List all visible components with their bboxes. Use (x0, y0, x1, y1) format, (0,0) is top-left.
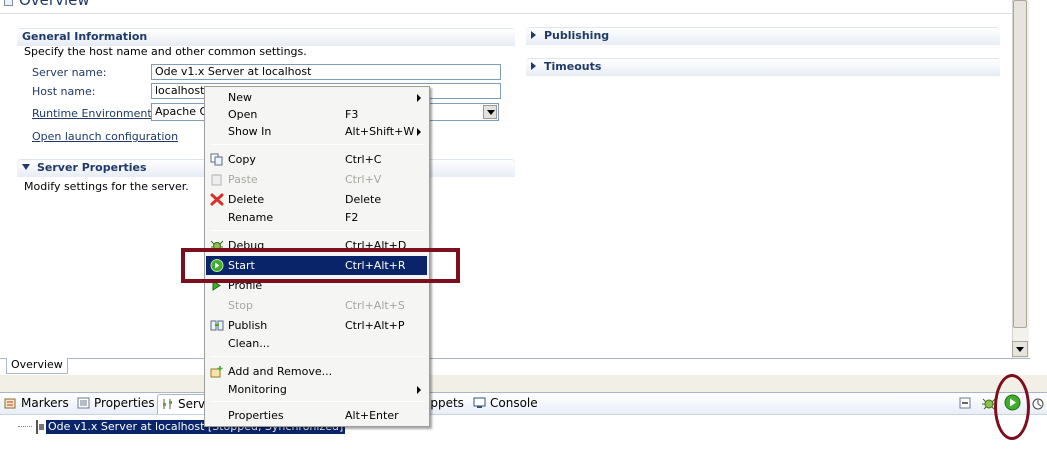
submenu-arrow-icon (417, 386, 421, 394)
menu-item-rename[interactable]: Rename F2 (205, 208, 429, 227)
editor-title: Overview (4, 0, 90, 9)
expand-triangle-icon (22, 164, 30, 170)
general-information-section-header[interactable]: General Information (17, 28, 515, 46)
menu-separator (210, 356, 425, 357)
host-name-label: Host name: (32, 85, 96, 98)
menu-item-properties[interactable]: Properties Alt+Enter (205, 406, 429, 425)
publish-icon (210, 320, 224, 331)
server-stopped-icon (36, 420, 44, 434)
annotation-highlight-box (181, 248, 460, 283)
minimize-icon[interactable] (959, 397, 972, 410)
annotation-highlight-ellipse (994, 374, 1030, 440)
servers-icon (163, 399, 172, 409)
tab-servers[interactable]: Serv (157, 394, 207, 414)
publishing-section-header[interactable]: Publishing (526, 27, 1000, 45)
submenu-arrow-icon (417, 94, 421, 102)
copy-icon (210, 153, 223, 166)
workbench-sash (0, 375, 1047, 392)
menu-item-copy[interactable]: Copy Ctrl+C (205, 150, 429, 169)
scrollbar-thumb[interactable] (1013, 0, 1027, 328)
markers-icon (4, 398, 16, 409)
chevron-down-icon[interactable] (483, 105, 497, 119)
server-name-label: Server name: (32, 66, 107, 79)
menu-item-monitoring[interactable]: Monitoring (205, 380, 429, 399)
menu-separator (210, 230, 425, 231)
tab-markers[interactable]: Markers (4, 396, 69, 412)
tab-overview[interactable]: Overview (6, 358, 68, 374)
menu-item-paste[interactable]: Paste Ctrl+V (205, 170, 429, 189)
properties-icon (77, 397, 90, 409)
menu-item-stop[interactable]: Stop Ctrl+Alt+S (205, 296, 429, 315)
paste-icon (211, 174, 222, 186)
menu-item-clean[interactable]: Clean... (205, 334, 429, 353)
menu-item-show-in[interactable]: Show In Alt+Shift+W (205, 122, 429, 141)
collapse-triangle-icon (531, 62, 536, 70)
open-launch-configuration-link[interactable]: Open launch configuration (32, 130, 178, 143)
collapse-triangle-icon (531, 31, 536, 39)
timeouts-section-header[interactable]: Timeouts (526, 58, 1000, 76)
tab-snippets[interactable]: ippets (427, 396, 464, 412)
tab-properties[interactable]: Properties (77, 396, 155, 412)
menu-item-publish[interactable]: Publish Ctrl+Alt+P (205, 316, 429, 335)
delete-icon (210, 193, 224, 206)
menu-separator (210, 401, 425, 402)
runtime-environment-link[interactable]: Runtime Environment: (32, 107, 155, 120)
menu-separator (210, 144, 425, 145)
console-icon (473, 397, 486, 408)
tree-connector (18, 426, 32, 427)
server-name-field[interactable]: Ode v1.x Server at localhost (151, 64, 501, 80)
scroll-down-button[interactable] (1012, 341, 1028, 357)
general-information-description: Specify the host name and other common s… (24, 45, 307, 58)
profile-server-icon[interactable] (1031, 395, 1045, 411)
server-editor-icon (4, 0, 13, 6)
server-properties-description: Modify settings for the server. (24, 180, 189, 193)
tab-console[interactable]: Console (473, 396, 538, 412)
title-divider (0, 13, 1013, 14)
menu-item-delete[interactable]: Delete Delete (205, 190, 429, 209)
submenu-arrow-icon (417, 128, 421, 136)
add-remove-icon (210, 366, 223, 378)
menu-item-add-and-remove[interactable]: Add and Remove... (205, 362, 429, 381)
editor-page-tab-strip (0, 358, 1030, 375)
